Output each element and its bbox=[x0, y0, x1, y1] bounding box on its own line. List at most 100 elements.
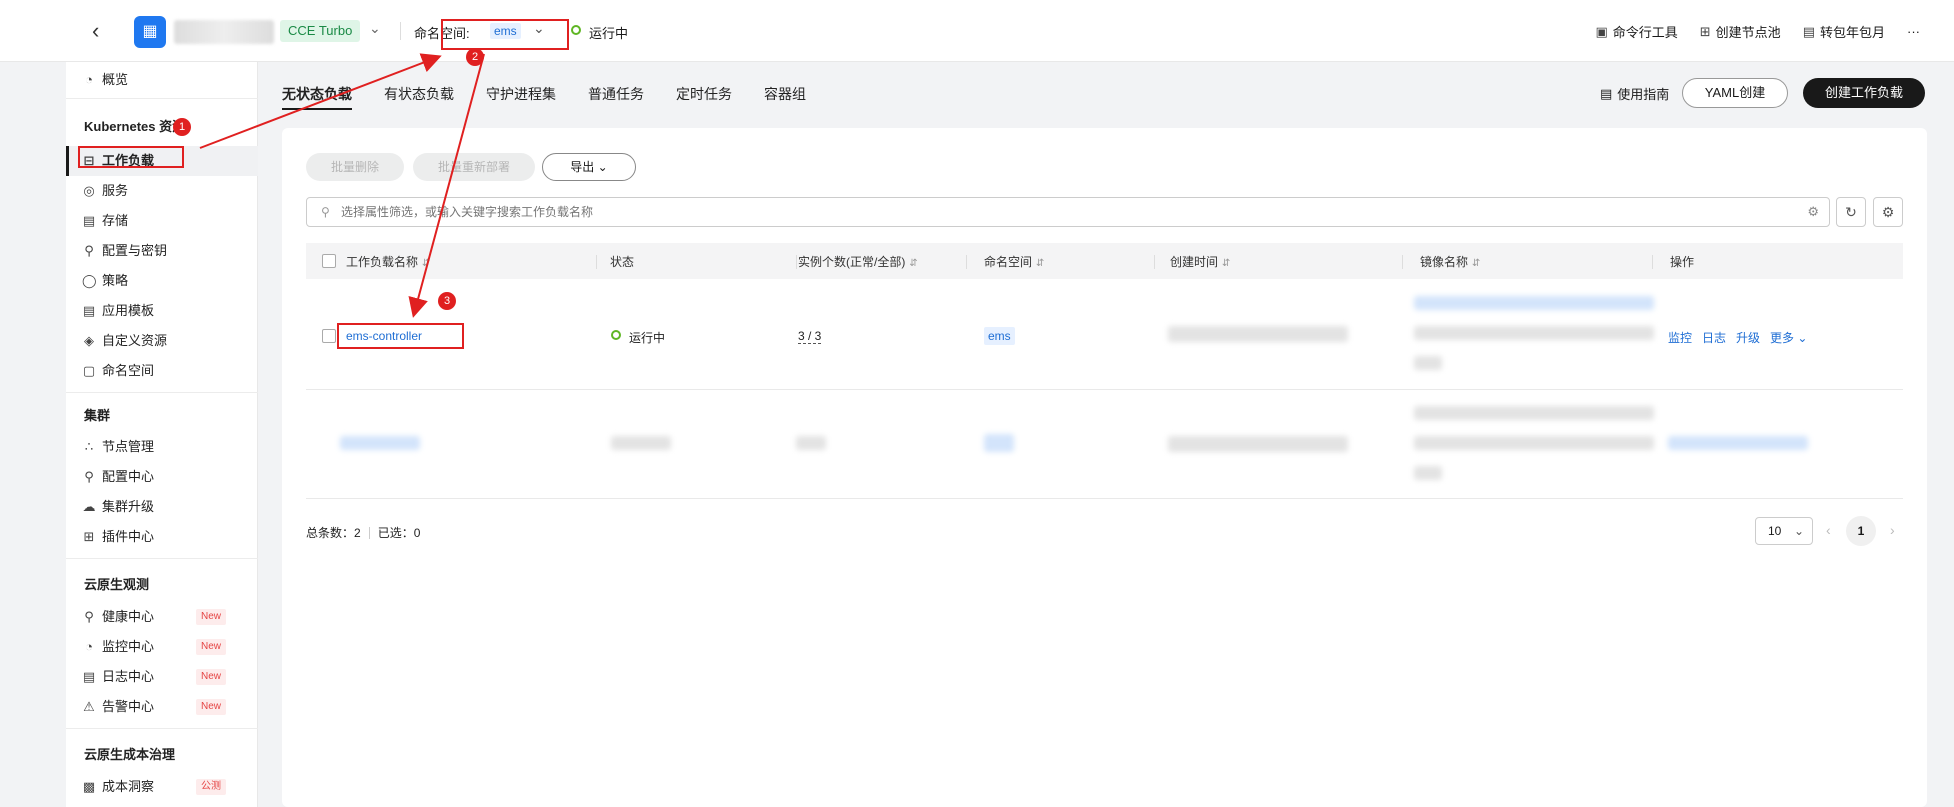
beta-badge: 公测 bbox=[196, 779, 226, 795]
sort-icon[interactable]: ⇵ bbox=[422, 258, 430, 269]
cluster-name-blurred bbox=[174, 20, 274, 44]
upgrade-link[interactable]: 升级 bbox=[1736, 329, 1760, 346]
column-header-instances[interactable]: 实例个数(正常/全部) ⇵ bbox=[798, 253, 918, 270]
tab-deployments[interactable]: 无状态负载 bbox=[282, 84, 352, 104]
sidebar-item-monitoring[interactable]: ◔ 监控中心 bbox=[82, 636, 154, 658]
page-number-current[interactable]: 1 bbox=[1846, 516, 1876, 546]
select-all-checkbox[interactable] bbox=[322, 254, 336, 268]
more-menu-icon[interactable]: ··· bbox=[1907, 24, 1920, 39]
cluster-status-text: 运行中 bbox=[589, 26, 629, 41]
new-badge: New bbox=[196, 609, 227, 625]
monitor-link[interactable]: 监控 bbox=[1668, 329, 1692, 346]
sidebar-item-cluster-upgrade[interactable]: ☁ 集群升级 bbox=[82, 496, 155, 518]
create-nodepool-button[interactable]: ⊞ 创建节点池 bbox=[1700, 22, 1781, 41]
top-bar: ‹ ▦ CCE Turbo ⌄ 命名空间: ems ⌄ 运行中 ▣ 命令行工具 ⊞… bbox=[0, 0, 1954, 62]
sidebar-item-namespaces[interactable]: ▢ 命名空间 bbox=[82, 360, 154, 382]
sidebar-item-app-templates[interactable]: ▤ 应用模板 bbox=[82, 300, 154, 322]
sidebar-item-services[interactable]: ◎ 服务 bbox=[82, 180, 128, 202]
sidebar-item-addons[interactable]: ⊞ 插件中心 bbox=[82, 526, 154, 548]
sidebar-item-policies[interactable]: ◯ 策略 bbox=[82, 270, 128, 292]
create-workload-button[interactable]: 创建工作负载 bbox=[1803, 78, 1925, 108]
active-tab-underline bbox=[282, 108, 352, 110]
divider bbox=[796, 255, 797, 269]
image-name-blurred bbox=[1414, 406, 1654, 420]
divider bbox=[1652, 255, 1653, 269]
sort-icon[interactable]: ⇵ bbox=[1222, 258, 1230, 269]
sort-icon[interactable]: ⇵ bbox=[1036, 258, 1044, 269]
instance-count[interactable]: 3 / 3 bbox=[798, 329, 822, 344]
instances-blurred bbox=[796, 436, 826, 450]
storage-icon: ▤ bbox=[82, 213, 96, 228]
tab-jobs[interactable]: 普通任务 bbox=[588, 84, 644, 104]
convert-billing-button[interactable]: ▤ 转包年包月 bbox=[1803, 22, 1885, 41]
divider bbox=[66, 728, 258, 729]
batch-redeploy-button[interactable]: 批量重新部署 bbox=[413, 153, 535, 181]
yaml-create-button[interactable]: YAML创建 bbox=[1682, 78, 1788, 108]
sidebar-item-overview[interactable]: ◔ 概览 bbox=[82, 69, 128, 91]
batch-delete-button[interactable]: 批量删除 bbox=[306, 153, 404, 181]
top-tools: ▣ 命令行工具 ⊞ 创建节点池 ▤ 转包年包月 ··· bbox=[1595, 22, 1920, 41]
chevron-down-icon: ⌄ bbox=[1797, 331, 1808, 345]
row-checkbox[interactable] bbox=[322, 329, 336, 343]
sidebar-item-logs[interactable]: ▤ 日志中心 bbox=[82, 666, 154, 688]
workload-list-panel bbox=[282, 128, 1927, 807]
sidebar-item-config-secrets[interactable]: ⚲ 配置与密钥 bbox=[82, 240, 167, 262]
refresh-button[interactable]: ↻ bbox=[1836, 197, 1866, 227]
sort-icon[interactable]: ⇵ bbox=[909, 258, 917, 269]
terminal-icon: ▣ bbox=[1595, 23, 1608, 39]
sidebar-item-config-center[interactable]: ⚲ 配置中心 bbox=[82, 466, 154, 488]
more-link[interactable]: 更多 ⌄ bbox=[1770, 329, 1807, 346]
selected-count: 已选：0 bbox=[377, 526, 421, 540]
column-header-namespace[interactable]: 命名空间 ⇵ bbox=[984, 253, 1044, 270]
sidebar-item-health[interactable]: ⚲ 健康中心 bbox=[82, 606, 154, 628]
grid-icon: ⊞ bbox=[83, 529, 95, 544]
divider bbox=[66, 392, 258, 393]
bar-chart-icon: ▩ bbox=[82, 779, 96, 794]
row-divider bbox=[306, 498, 1903, 499]
operations-blurred bbox=[1668, 436, 1808, 450]
image-name-blurred bbox=[1414, 326, 1654, 340]
tab-pods[interactable]: 容器组 bbox=[764, 84, 806, 104]
running-status-icon bbox=[571, 25, 581, 35]
chevron-down-icon: ⌄ bbox=[597, 160, 608, 174]
sidebar-item-cost-insight[interactable]: ▩ 成本洞察 bbox=[82, 776, 154, 798]
settings-gear-icon[interactable]: ⚙ bbox=[1807, 204, 1819, 220]
next-page-icon[interactable]: › bbox=[1890, 522, 1895, 538]
cli-tool-button[interactable]: ▣ 命令行工具 bbox=[1595, 22, 1677, 41]
sidebar-section-cost: 云原生成本治理 bbox=[84, 747, 176, 762]
created-time-blurred bbox=[1168, 436, 1348, 452]
search-icon: ⚲ bbox=[321, 205, 330, 219]
tab-daemonsets[interactable]: 守护进程集 bbox=[486, 84, 556, 104]
key-icon: ⚲ bbox=[84, 243, 94, 258]
prev-page-icon[interactable]: ‹ bbox=[1826, 522, 1831, 538]
log-icon: ▤ bbox=[82, 669, 96, 684]
sidebar-item-custom-resources[interactable]: ◈ 自定义资源 bbox=[82, 330, 167, 352]
page-size-select[interactable]: 10 ⌄ bbox=[1755, 517, 1813, 545]
export-button[interactable]: 导出 ⌄ bbox=[542, 153, 636, 181]
cluster-switch-chevron-icon[interactable]: ⌄ bbox=[369, 20, 381, 37]
tab-cronjobs[interactable]: 定时任务 bbox=[676, 84, 732, 104]
wrench-icon: ⚲ bbox=[84, 469, 94, 484]
column-header-image[interactable]: 镜像名称 ⇵ bbox=[1420, 253, 1480, 270]
layers-icon: ◈ bbox=[84, 333, 94, 348]
sidebar-item-alarms[interactable]: ⚠ 告警中心 bbox=[82, 696, 154, 718]
sidebar-section-cluster: 集群 bbox=[84, 408, 111, 423]
namespace-tag: ems bbox=[984, 327, 1015, 345]
column-header-ops: 操作 bbox=[1670, 255, 1695, 269]
column-header-created[interactable]: 创建时间 ⇵ bbox=[1170, 253, 1230, 270]
logs-link[interactable]: 日志 bbox=[1702, 329, 1726, 346]
table-summary: 总条数：2 已选：0 bbox=[306, 524, 420, 541]
table-settings-button[interactable]: ⚙ bbox=[1873, 197, 1903, 227]
gear-icon: ⚙ bbox=[1881, 204, 1895, 220]
guide-link[interactable]: ▤ 使用指南 bbox=[1600, 84, 1669, 103]
divider bbox=[66, 558, 258, 559]
back-icon[interactable]: ‹ bbox=[92, 18, 99, 44]
sidebar-item-storage[interactable]: ▤ 存储 bbox=[82, 210, 128, 232]
sidebar-section-observe: 云原生观测 bbox=[84, 577, 150, 592]
sort-icon[interactable]: ⇵ bbox=[1472, 258, 1480, 269]
annotation-box-workload-name bbox=[337, 323, 464, 349]
column-header-name[interactable]: 工作负载名称 ⇵ bbox=[346, 253, 430, 270]
search-input[interactable] bbox=[341, 203, 1741, 221]
tab-statefulsets[interactable]: 有状态负载 bbox=[384, 84, 454, 104]
sidebar-item-nodes[interactable]: ∴ 节点管理 bbox=[82, 436, 154, 458]
